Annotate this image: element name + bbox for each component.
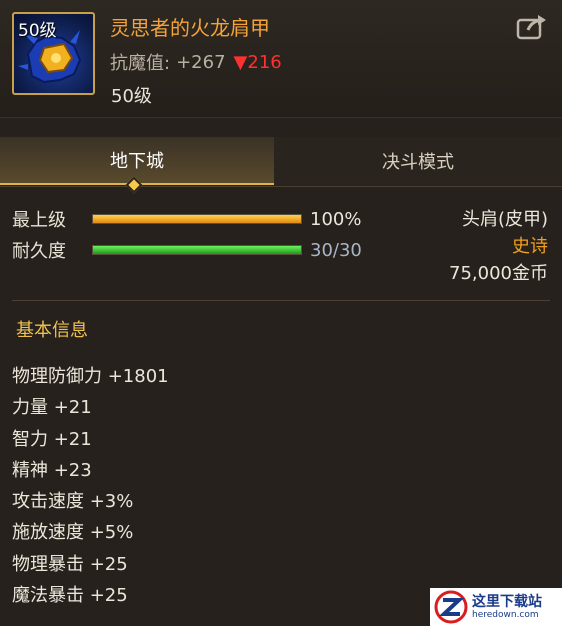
site-logo-icon [434, 590, 468, 624]
durability-label: 耐久度 [12, 241, 66, 262]
watermark-cn: 这里下载站 [472, 593, 542, 610]
durability-bar [92, 245, 302, 255]
icon-level-label: 50级 [18, 21, 57, 41]
list-item: 精神 +23 [12, 459, 92, 481]
tab-dungeon[interactable]: 地下城 [0, 137, 274, 185]
share-icon[interactable] [516, 14, 548, 40]
list-item: 施放速度 +5% [12, 522, 134, 544]
rarity-label: 史诗 [512, 236, 548, 257]
magic-resist-line: 抗魔值: +267 ▼216 [110, 49, 282, 75]
stat-diff: ▼216 [233, 51, 282, 73]
item-name: 灵思者的火龙肩甲 [110, 16, 270, 40]
durability-value: 30/30 [310, 239, 362, 261]
max-level-row: 最上级 100% [12, 206, 361, 232]
max-level-bar [92, 214, 302, 224]
stat-value: +267 [176, 51, 226, 73]
price-label: 75,000金币 [449, 263, 548, 284]
list-item: 魔法暴击 +25 [12, 585, 128, 607]
max-level-label: 最上级 [12, 210, 66, 231]
list-item: 攻击速度 +3% [12, 491, 134, 513]
section-title: 基本信息 [16, 320, 88, 341]
max-level-fill [93, 215, 301, 223]
list-item: 物理防御力 +1801 [12, 366, 169, 387]
max-level-value: 100% [310, 208, 362, 230]
watermark: 这里下载站 heredown.com [430, 588, 562, 626]
list-item: 智力 +21 [12, 428, 92, 450]
list-item: 力量 +21 [12, 397, 92, 419]
stat-label: 抗魔值: [110, 53, 171, 74]
durability-fill [93, 246, 301, 254]
list-item: 物理暴击 +25 [12, 553, 128, 575]
watermark-en: heredown.com [472, 609, 539, 620]
item-level: 50级 [111, 86, 152, 107]
slot-type: 头肩(皮甲) [461, 209, 548, 230]
tab-pvp[interactable]: 决斗模式 [274, 137, 562, 185]
mode-tabs: 地下城 决斗模式 [0, 137, 562, 187]
item-header: 50级 灵思者的火龙肩甲 抗魔值: +267 ▼216 50级 [0, 0, 562, 118]
section-divider [12, 300, 550, 301]
attribute-list: 物理防御力 +1801 力量 +21 智力 +21 精神 +23 攻击速度 +3… [12, 364, 169, 614]
durability-row: 耐久度 30/30 [12, 237, 362, 263]
item-icon[interactable]: 50级 [12, 12, 95, 95]
